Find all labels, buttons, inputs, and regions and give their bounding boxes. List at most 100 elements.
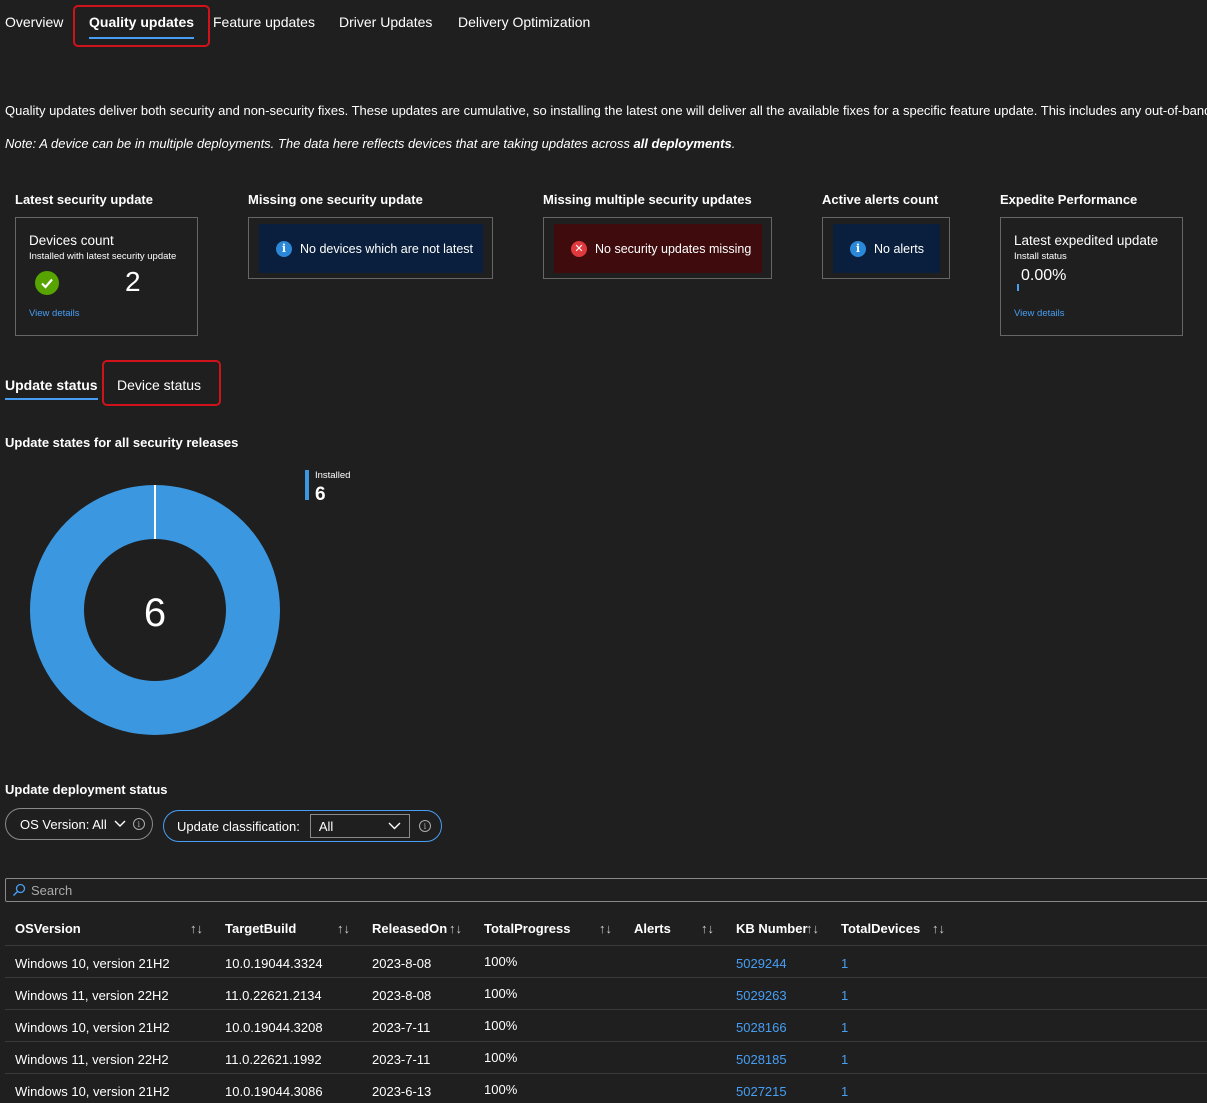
active-alerts-card: i No alerts [822, 217, 950, 279]
table-row[interactable]: Windows 10, version 21H2 10.0.19044.3086… [5, 1073, 1207, 1103]
tab-driver-updates[interactable]: Driver Updates [339, 14, 432, 30]
legend-color-swatch [305, 470, 309, 500]
sort-icon[interactable]: ↑↓ [701, 921, 714, 936]
cell-totaldevices-link[interactable]: 1 [841, 1084, 848, 1099]
sort-icon[interactable]: ↑↓ [599, 921, 612, 936]
table-row[interactable]: Windows 10, version 21H2 10.0.19044.3324… [5, 945, 1207, 977]
cell-totalprogress: 100% [484, 954, 518, 969]
sort-icon[interactable]: ↑↓ [932, 921, 945, 936]
cell-targetbuild: 10.0.19044.3208 [225, 1020, 323, 1035]
cell-releasedon: 2023-8-08 [372, 988, 432, 1003]
legend-label: Installed [315, 470, 351, 481]
column-header-totaldevices[interactable]: TotalDevices [841, 921, 920, 936]
cell-totaldevices-link[interactable]: 1 [841, 1052, 848, 1067]
donut-chart: 6 [29, 485, 280, 735]
search-input[interactable]: Search [5, 878, 1207, 902]
chart-title: Update states for all security releases [5, 435, 239, 450]
donut-center-value: 6 [144, 591, 166, 635]
missing-multiple-title: Missing multiple security updates [543, 192, 752, 207]
install-status-value: 0.00% [1021, 267, 1067, 284]
error-icon: ✕ [571, 240, 587, 257]
cell-targetbuild: 11.0.22621.1992 [225, 1052, 322, 1067]
cell-totaldevices-link[interactable]: 1 [841, 1020, 848, 1035]
os-version-filter-label: OS Version: All [20, 816, 107, 832]
tab-delivery-optimization[interactable]: Delivery Optimization [458, 14, 590, 30]
tab-overview[interactable]: Overview [5, 14, 63, 30]
column-header-releasedon[interactable]: ReleasedOn [372, 921, 447, 936]
table-row[interactable]: Windows 11, version 22H2 11.0.22621.1992… [5, 1041, 1207, 1073]
cell-totalprogress: 100% [484, 1050, 518, 1065]
tab-feature-updates[interactable]: Feature updates [213, 14, 315, 30]
column-header-osversion[interactable]: OSVersion [15, 921, 81, 936]
expedite-performance-card: Latest expedited update Install status 0… [1000, 217, 1183, 336]
cell-osversion: Windows 10, version 21H2 [15, 1020, 170, 1035]
alerts-message: No alerts [874, 241, 925, 256]
install-status-bar [1017, 284, 1019, 291]
info-icon: i [132, 818, 145, 830]
note-emphasis: all deployments [633, 136, 732, 151]
sort-icon[interactable]: ↑↓ [337, 921, 350, 936]
cell-totaldevices-link[interactable]: 1 [841, 956, 848, 971]
cell-kb-number-link[interactable]: 5029244 [736, 956, 787, 971]
classification-select[interactable]: All [309, 814, 410, 838]
cell-totalprogress: 100% [484, 1018, 518, 1033]
missing-multiple-card: ✕ No security updates missing [543, 217, 772, 279]
column-header-targetbuild[interactable]: TargetBuild [225, 921, 296, 936]
missing-one-message-bar: i No devices which are not latest [259, 224, 483, 273]
highlight-box-device-status [102, 360, 221, 406]
cell-totalprogress: 100% [484, 1082, 518, 1097]
cell-releasedon: 2023-6-13 [372, 1084, 432, 1099]
cell-osversion: Windows 11, version 22H2 [15, 988, 169, 1003]
sort-icon[interactable]: ↑↓ [449, 921, 462, 936]
view-details-link[interactable]: View details [1014, 308, 1065, 319]
cell-osversion: Windows 11, version 22H2 [15, 1052, 169, 1067]
cell-totaldevices-link[interactable]: 1 [841, 988, 848, 1003]
sort-icon[interactable]: ↑↓ [190, 921, 203, 936]
missing-one-message: No devices which are not latest [300, 241, 474, 256]
cell-releasedon: 2023-8-08 [372, 956, 432, 971]
column-header-totalprogress[interactable]: TotalProgress [484, 921, 570, 936]
cell-kb-number-link[interactable]: 5029263 [736, 988, 787, 1003]
highlight-box-quality-tab [73, 5, 210, 47]
table-row[interactable]: Windows 11, version 22H2 11.0.22621.2134… [5, 977, 1207, 1009]
column-header-kb-number[interactable]: KB Number [736, 921, 808, 936]
view-details-link[interactable]: View details [29, 308, 80, 319]
search-icon [12, 883, 26, 897]
info-icon: i [850, 240, 866, 257]
sort-icon[interactable]: ↑↓ [806, 921, 819, 936]
missing-one-card: i No devices which are not latest [248, 217, 493, 279]
classification-select-value: All [318, 818, 334, 834]
cell-kb-number-link[interactable]: 5027215 [736, 1084, 787, 1099]
devices-count-value: 2 [125, 266, 141, 297]
cell-totalprogress: 100% [484, 986, 518, 1001]
column-header-alerts[interactable]: Alerts [634, 921, 671, 936]
classification-filter-label: Update classification: [177, 818, 300, 834]
chevron-down-icon [388, 822, 401, 830]
latest-security-update-card: Devices count Installed with latest secu… [15, 217, 198, 336]
note-suffix: . [731, 136, 736, 151]
chevron-down-icon [114, 820, 126, 827]
devices-count-sublabel: Installed with latest security update [29, 251, 177, 262]
missing-one-title: Missing one security update [248, 192, 423, 207]
legend-value: 6 [315, 484, 326, 505]
latest-security-update-title: Latest security update [15, 192, 153, 207]
update-classification-filter[interactable]: Update classification: All i [163, 810, 442, 842]
cell-kb-number-link[interactable]: 5028185 [736, 1052, 787, 1067]
latest-expedited-label: Latest expedited update [1014, 233, 1159, 248]
table-row[interactable]: Windows 10, version 21H2 10.0.19044.3208… [5, 1009, 1207, 1041]
check-circle-icon [35, 271, 59, 295]
expedite-performance-title: Expedite Performance [1000, 192, 1138, 207]
cell-targetbuild: 11.0.22621.2134 [225, 988, 322, 1003]
missing-multiple-message-bar: ✕ No security updates missing [554, 224, 762, 273]
cell-osversion: Windows 10, version 21H2 [15, 956, 170, 971]
cell-kb-number-link[interactable]: 5028166 [736, 1020, 787, 1035]
cell-osversion: Windows 10, version 21H2 [15, 1084, 170, 1099]
note-prefix: Note: A device can be in multiple deploy… [5, 136, 634, 151]
os-version-filter[interactable]: OS Version: All i [5, 808, 153, 840]
search-placeholder: Search [31, 882, 73, 898]
cell-targetbuild: 10.0.19044.3324 [225, 956, 323, 971]
install-status-label: Install status [1014, 251, 1067, 262]
devices-count-label: Devices count [29, 233, 114, 248]
page-description: Quality updates deliver both security an… [5, 103, 1207, 118]
tab-update-status[interactable]: Update status [5, 377, 98, 400]
